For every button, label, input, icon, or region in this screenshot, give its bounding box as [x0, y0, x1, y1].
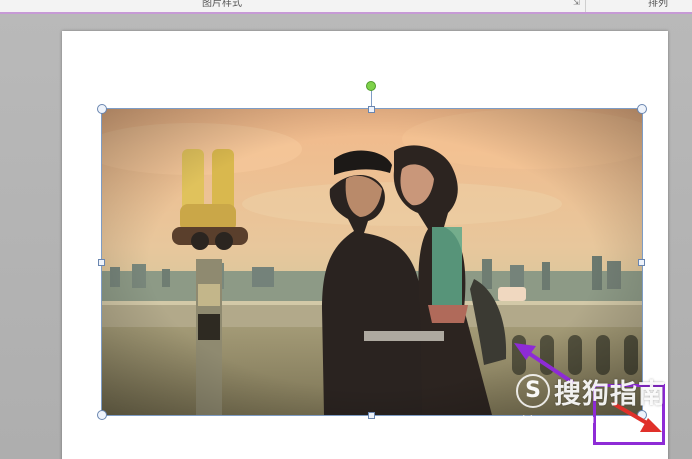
sogou-watermark: S 搜狗指南 zhinan.sogou.com — [512, 368, 690, 428]
sogou-logo-icon: S — [516, 374, 550, 408]
word-window: 图片样式 ⇲ 排列 S 搜狗指南 zhinan.sogou.com — [0, 0, 692, 459]
watermark-brand-text: 搜狗指南 — [554, 379, 666, 410]
watermark-url-text: zhinan.sogou.com — [516, 413, 625, 426]
